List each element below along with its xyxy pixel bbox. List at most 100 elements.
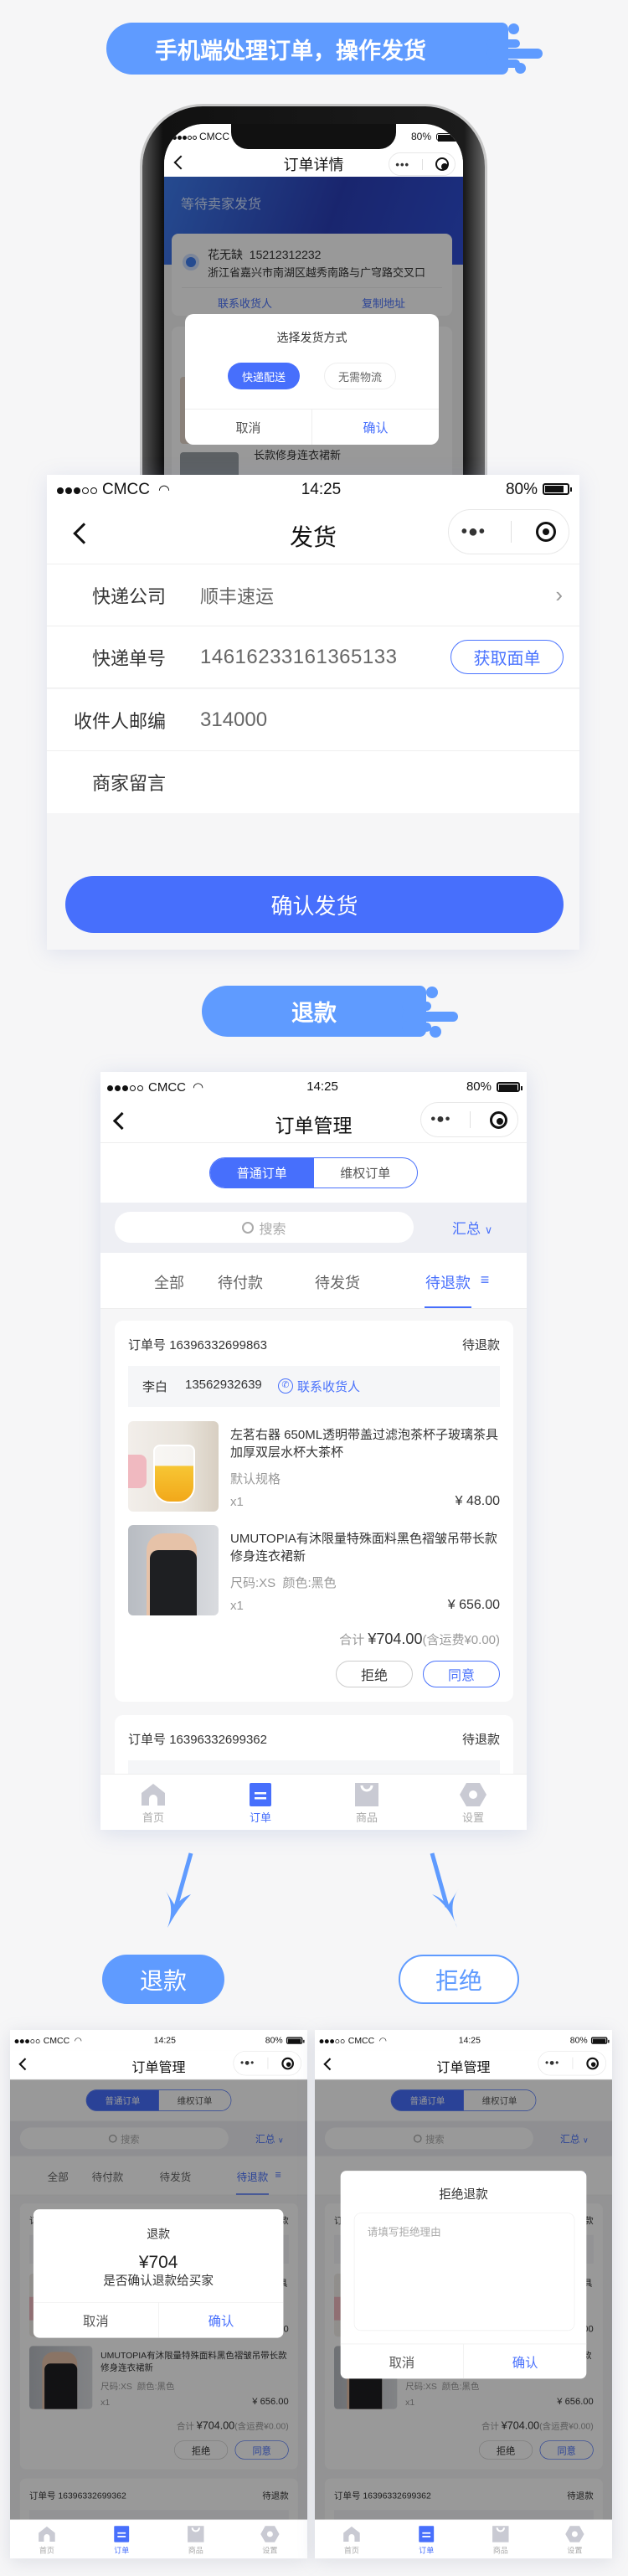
contact-receiver-link[interactable]: 联系收货人: [297, 1378, 360, 1395]
section-banner-refund: 退款: [202, 986, 426, 1037]
segment-normal-orders[interactable]: 普通订单: [210, 1158, 314, 1188]
confirm-button[interactable]: 确认: [312, 410, 439, 445]
section-banner-ship: 手机端处理订单，操作发货: [106, 23, 508, 75]
tab-all[interactable]: 全部: [154, 1271, 184, 1293]
tab-home[interactable]: 首页: [334, 2526, 369, 2555]
search-input[interactable]: 搜索: [115, 1212, 414, 1243]
order-number: 订单号 16396332699863: [128, 1338, 267, 1352]
tab-orders[interactable]: 订单: [235, 1783, 286, 1825]
merchant-note-row[interactable]: 商家留言: [47, 751, 579, 813]
order-status: 待退款: [461, 1338, 500, 1352]
target-icon: [536, 522, 557, 542]
tab-home[interactable]: 首页: [128, 1783, 178, 1825]
wifi-icon: ◠: [193, 1079, 204, 1095]
option-express[interactable]: 快递配送: [228, 363, 300, 389]
get-waybill-button[interactable]: 获取面单: [450, 640, 564, 674]
order-type-segment[interactable]: 普通订单 维权订单: [209, 1157, 418, 1188]
tab-pending-payment[interactable]: 待付款: [218, 1271, 263, 1293]
nav-bar: 订单管理 •●•: [100, 1101, 527, 1143]
signal-icon: [319, 2038, 345, 2043]
cancel-button[interactable]: 取消: [33, 2302, 159, 2338]
product-spec: 默认规格: [230, 1472, 281, 1486]
status-battery: 80%: [506, 481, 572, 499]
more-icon: •●•: [430, 1112, 451, 1126]
signal-icon: [172, 136, 197, 140]
tab-settings[interactable]: 设置: [252, 2526, 287, 2555]
cancel-button[interactable]: 取消: [341, 2344, 464, 2379]
order-status: 待退款: [461, 1733, 500, 1747]
tab-products[interactable]: 商品: [342, 1783, 392, 1825]
ship-page: CMCC ◠ 14:25 80% 发货 •●• 快递公司 顺丰速运 › 快递单号 146…: [47, 475, 579, 950]
chevron-right-icon: ›: [555, 582, 563, 607]
agree-button[interactable]: 同意: [423, 1661, 500, 1687]
contact-row: 李白 13562932639 ✆ 联系收货人: [128, 1366, 500, 1407]
confirm-button[interactable]: 确认: [159, 2303, 284, 2338]
tab-orders[interactable]: 订单: [104, 2526, 139, 2555]
courier-company-row[interactable]: 快递公司 顺丰速运 ›: [47, 564, 579, 626]
tab-settings[interactable]: 设置: [557, 2526, 592, 2555]
tab-settings[interactable]: 设置: [448, 1783, 498, 1825]
status-time: 14:25: [153, 2035, 176, 2046]
tab-products[interactable]: 商品: [483, 2526, 518, 2555]
capsule-menu[interactable]: •●•: [538, 2051, 607, 2076]
summary-dropdown[interactable]: 汇总 ∨: [452, 1217, 492, 1238]
tab-products[interactable]: 商品: [178, 2526, 214, 2555]
status-battery: 80%: [265, 2035, 305, 2045]
active-tab-indicator: [425, 1306, 471, 1308]
reject-refund-dialog: 拒绝退款 请填写拒绝理由 取消 确认: [340, 2171, 587, 2379]
tracking-number-row[interactable]: 快递单号 14616233161365133 获取面单: [47, 626, 579, 688]
status-carrier: CMCC ◠: [107, 1079, 203, 1095]
status-carrier: CMCC ◠: [57, 481, 170, 499]
list-menu-icon[interactable]: ≡: [481, 1271, 490, 1289]
capsule-menu[interactable]: •●•: [420, 1102, 518, 1137]
nav-bar: 订单管理 •●•: [315, 2050, 612, 2080]
order-icon: [250, 1783, 271, 1806]
product-price: ¥ 656.00: [447, 1598, 500, 1612]
order-icon: [114, 2526, 130, 2543]
signal-icon: [107, 1084, 143, 1091]
home-icon: [343, 2526, 360, 2543]
more-icon: •●•: [461, 522, 486, 541]
option-no-logistics[interactable]: 无需物流: [324, 363, 396, 389]
tab-pending-shipment[interactable]: 待发货: [315, 1271, 360, 1293]
search-icon: [242, 1221, 255, 1234]
target-icon: [435, 157, 449, 171]
order-card: 订单号 16396332699863 待退款 李白 13562932639 ✆ …: [115, 1321, 513, 1702]
reject-button[interactable]: 拒绝: [336, 1661, 413, 1687]
segment-rights-orders[interactable]: 维权订单: [314, 1158, 418, 1188]
bottom-tab-bar: 首页 订单 商品 设置: [100, 1774, 527, 1830]
cancel-button[interactable]: 取消: [185, 410, 312, 445]
settings-icon: [460, 1783, 486, 1806]
postcode-row[interactable]: 收件人邮编 314000: [47, 689, 579, 751]
product-image-dress[interactable]: [128, 1525, 219, 1615]
status-time: 14:25: [301, 480, 342, 498]
tab-pending-refund[interactable]: 待退款: [425, 1271, 471, 1293]
nav-bar: 发货 •●•: [47, 504, 579, 564]
chevron-down-icon: ∨: [484, 1224, 493, 1236]
buyer-name: 李白: [142, 1380, 168, 1394]
shopping-bag-icon: [188, 2526, 204, 2543]
product-price: ¥ 48.00: [455, 1494, 500, 1508]
shopping-bag-icon: [355, 1783, 378, 1806]
confirm-ship-button[interactable]: 确认发货: [65, 876, 564, 933]
capsule-menu[interactable]: •●•: [233, 2051, 302, 2076]
status-time: 14:25: [458, 2035, 481, 2046]
capsule-menu[interactable]: •••: [389, 152, 456, 176]
tab-home[interactable]: 首页: [29, 2526, 64, 2555]
confirm-button[interactable]: 确认: [464, 2344, 586, 2378]
nav-bar: 订单管理 •●•: [10, 2050, 307, 2080]
home-icon: [142, 1784, 165, 1806]
dialog-title: 退款: [147, 2228, 171, 2241]
order-number: 订单号 16396332699362: [128, 1733, 267, 1747]
phone-icon: ✆: [278, 1378, 293, 1394]
tab-orders[interactable]: 订单: [409, 2526, 444, 2555]
product-image-teacup[interactable]: [128, 1421, 219, 1512]
order-type-segment-area: 普通订单 维权订单: [100, 1143, 527, 1203]
capsule-menu[interactable]: •●•: [448, 509, 569, 554]
battery-icon: [286, 2037, 305, 2044]
reject-reason-textarea[interactable]: 请填写拒绝理由: [353, 2213, 575, 2331]
target-icon: [586, 2057, 600, 2070]
target-icon: [281, 2057, 295, 2070]
signal-icon: [14, 2038, 40, 2043]
wifi-icon: ◠: [378, 2035, 387, 2046]
